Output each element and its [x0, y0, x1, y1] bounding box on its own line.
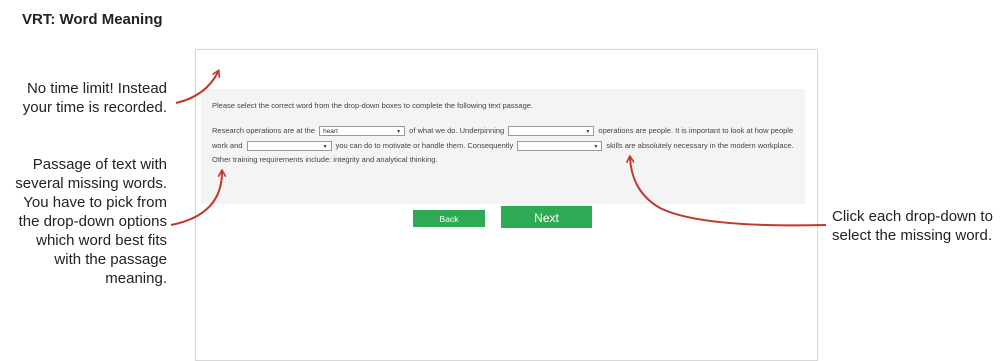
dropdown-annotation: Click each drop-down to select the missi…	[832, 208, 993, 244]
passage-segment-2: of what we do. Underpinning	[409, 126, 505, 135]
dropdown-arrow-icon: ▼	[396, 129, 402, 136]
dropdown-1-value: heart	[323, 128, 338, 136]
time-limit-annotation: No time limit! Instead your time is reco…	[22, 80, 167, 116]
passage-segment-1: Research operations are at the	[212, 126, 315, 135]
word-dropdown-1[interactable]: heart ▼	[319, 126, 406, 137]
passage-segment-4: you can do to motivate or handle them. C…	[335, 140, 514, 150]
word-dropdown-3[interactable]: ▼	[246, 140, 332, 151]
back-button[interactable]: Back	[413, 210, 485, 227]
passage-annotation: Passage of text with several missing wor…	[15, 156, 167, 287]
page-heading: VRT: Word Meaning	[22, 11, 163, 28]
dropdown-arrow-icon: ▼	[593, 143, 599, 150]
word-dropdown-2[interactable]: ▼	[508, 126, 595, 137]
passage-text: Research operations are at the heart ▼ of…	[212, 124, 800, 168]
dropdown-arrow-icon: ▼	[585, 129, 591, 136]
dropdown-arrow-icon: ▼	[322, 143, 328, 150]
instruction-text: Please select the correct word from the …	[212, 101, 534, 110]
next-button[interactable]: Next	[501, 206, 592, 228]
word-dropdown-4[interactable]: ▼	[517, 140, 603, 151]
